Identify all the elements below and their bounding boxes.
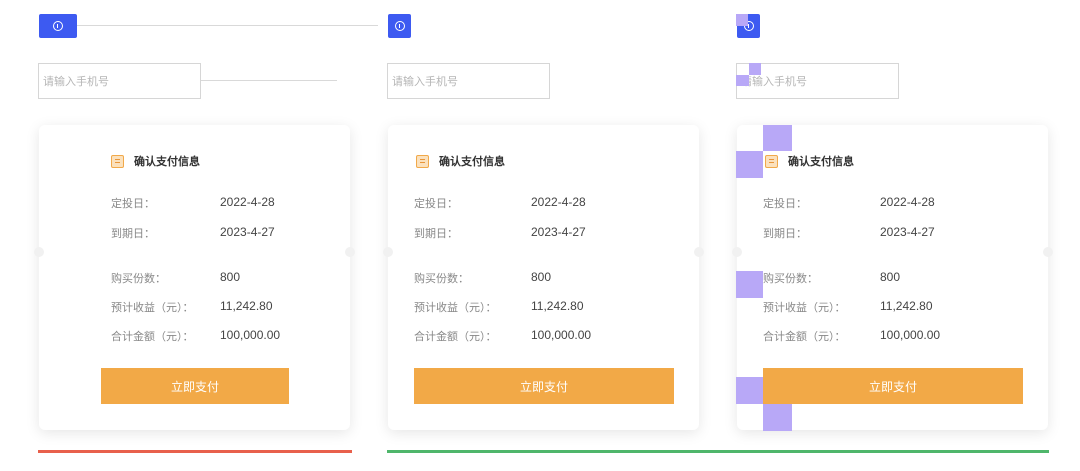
row-label: 预计收益（元）： bbox=[414, 301, 497, 314]
info-icon bbox=[394, 21, 405, 31]
info-row-end-date: 到期日： 2023-4-27 bbox=[111, 225, 275, 241]
card-notch-right bbox=[694, 247, 704, 257]
card-notch-left bbox=[732, 247, 742, 257]
row-value: 11,242.80 bbox=[220, 299, 273, 313]
error-indicator-bar bbox=[38, 450, 352, 453]
payment-confirm-card: 确认支付信息 定投日： 2022-4-28 到期日： 2023-4-27 购买份… bbox=[34, 125, 355, 430]
card-notch-right bbox=[345, 247, 355, 257]
row-label: 购买份数： bbox=[763, 272, 818, 285]
pay-now-button[interactable]: 立即支付 bbox=[763, 368, 1023, 404]
pay-now-button[interactable]: 立即支付 bbox=[101, 368, 289, 404]
overlay-block bbox=[763, 404, 792, 431]
info-row-expected-return: 预计收益（元）： 11,242.80 bbox=[111, 299, 273, 315]
row-value: 2023-4-27 bbox=[880, 225, 935, 239]
payment-confirm-card: 确认支付信息 定投日： 2022-4-28 到期日： 2023-4-27 购买份… bbox=[732, 125, 1053, 430]
row-value: 11,242.80 bbox=[531, 299, 584, 313]
info-row-expected-return: 预计收益（元）： 11,242.80 bbox=[414, 299, 584, 315]
info-row-total-amount: 合计金额（元）： 100,000.00 bbox=[763, 328, 940, 344]
row-label: 购买份数： bbox=[414, 272, 469, 285]
card-title: 确认支付信息 bbox=[788, 155, 854, 168]
overlay-block bbox=[736, 14, 748, 26]
row-label: 预计收益（元）： bbox=[763, 301, 846, 314]
payment-confirm-card: 确认支付信息 定投日： 2022-4-28 到期日： 2023-4-27 购买份… bbox=[383, 125, 704, 430]
document-icon bbox=[416, 154, 429, 168]
phone-input[interactable] bbox=[387, 63, 550, 99]
card-header: 确认支付信息 bbox=[765, 153, 854, 169]
row-label: 购买份数： bbox=[111, 272, 166, 285]
info-row-expected-return: 预计收益（元）： 11,242.80 bbox=[763, 299, 933, 315]
row-value: 2023-4-27 bbox=[220, 225, 275, 239]
row-value: 100,000.00 bbox=[880, 328, 941, 342]
info-icon bbox=[53, 21, 63, 31]
phone-input[interactable] bbox=[38, 63, 201, 99]
info-row-shares: 购买份数： 800 bbox=[414, 270, 551, 286]
row-value: 2022-4-28 bbox=[880, 195, 935, 209]
row-value: 2022-4-28 bbox=[531, 195, 586, 209]
row-label: 定投日： bbox=[763, 197, 807, 210]
row-value: 100,000.00 bbox=[220, 328, 281, 342]
row-value: 11,242.80 bbox=[880, 299, 933, 313]
overlay-block bbox=[749, 63, 761, 75]
panel-2: 确认支付信息 定投日： 2022-4-28 到期日： 2023-4-27 购买份… bbox=[383, 0, 1049, 471]
overlay-block bbox=[736, 75, 749, 86]
row-label: 合计金额（元）： bbox=[763, 330, 846, 343]
overlay-block bbox=[736, 377, 763, 404]
card-header: 确认支付信息 bbox=[416, 153, 505, 169]
info-row-total-amount: 合计金额（元）： 100,000.00 bbox=[111, 328, 280, 344]
info-row-start-date: 定投日： 2022-4-28 bbox=[763, 195, 935, 211]
pay-now-button[interactable]: 立即支付 bbox=[414, 368, 674, 404]
card-header: 确认支付信息 bbox=[111, 153, 200, 169]
row-label: 合计金额（元）： bbox=[111, 330, 194, 343]
row-value: 800 bbox=[531, 270, 552, 284]
overlay-block bbox=[763, 125, 792, 151]
document-icon bbox=[765, 154, 778, 168]
panel-1: 确认支付信息 定投日： 2022-4-28 到期日： 2023-4-27 购买份… bbox=[34, 0, 355, 471]
row-value: 2022-4-28 bbox=[220, 195, 275, 209]
info-row-shares: 购买份数： 800 bbox=[763, 270, 900, 286]
info-row-end-date: 到期日： 2023-4-27 bbox=[763, 225, 935, 241]
card-title: 确认支付信息 bbox=[439, 155, 505, 168]
row-value: 2023-4-27 bbox=[531, 225, 586, 239]
info-row-total-amount: 合计金额（元）： 100,000.00 bbox=[414, 328, 591, 344]
row-label: 到期日： bbox=[414, 227, 458, 240]
info-row-start-date: 定投日： 2022-4-28 bbox=[414, 195, 586, 211]
row-label: 到期日： bbox=[763, 227, 807, 240]
card-notch-right bbox=[1043, 247, 1053, 257]
card-title: 确认支付信息 bbox=[134, 155, 200, 168]
row-value: 800 bbox=[220, 270, 241, 284]
info-badge[interactable] bbox=[388, 14, 411, 38]
info-badge[interactable] bbox=[39, 14, 77, 38]
overlay-block bbox=[736, 271, 763, 298]
row-label: 定投日： bbox=[414, 197, 458, 210]
panel-3: 确认支付信息 定投日： 2022-4-28 到期日： 2023-4-27 购买份… bbox=[732, 0, 1053, 471]
overlay-block bbox=[736, 151, 763, 178]
row-value: 100,000.00 bbox=[531, 328, 592, 342]
row-label: 到期日： bbox=[111, 227, 155, 240]
info-row-start-date: 定投日： 2022-4-28 bbox=[111, 195, 275, 211]
card-notch-left bbox=[383, 247, 393, 257]
info-row-shares: 购买份数： 800 bbox=[111, 270, 240, 286]
card-notch-left bbox=[34, 247, 44, 257]
row-label: 预计收益（元）： bbox=[111, 301, 194, 314]
info-row-end-date: 到期日： 2023-4-27 bbox=[414, 225, 586, 241]
document-icon bbox=[111, 154, 124, 168]
row-label: 定投日： bbox=[111, 197, 155, 210]
row-label: 合计金额（元）： bbox=[414, 330, 497, 343]
row-value: 800 bbox=[880, 270, 901, 284]
